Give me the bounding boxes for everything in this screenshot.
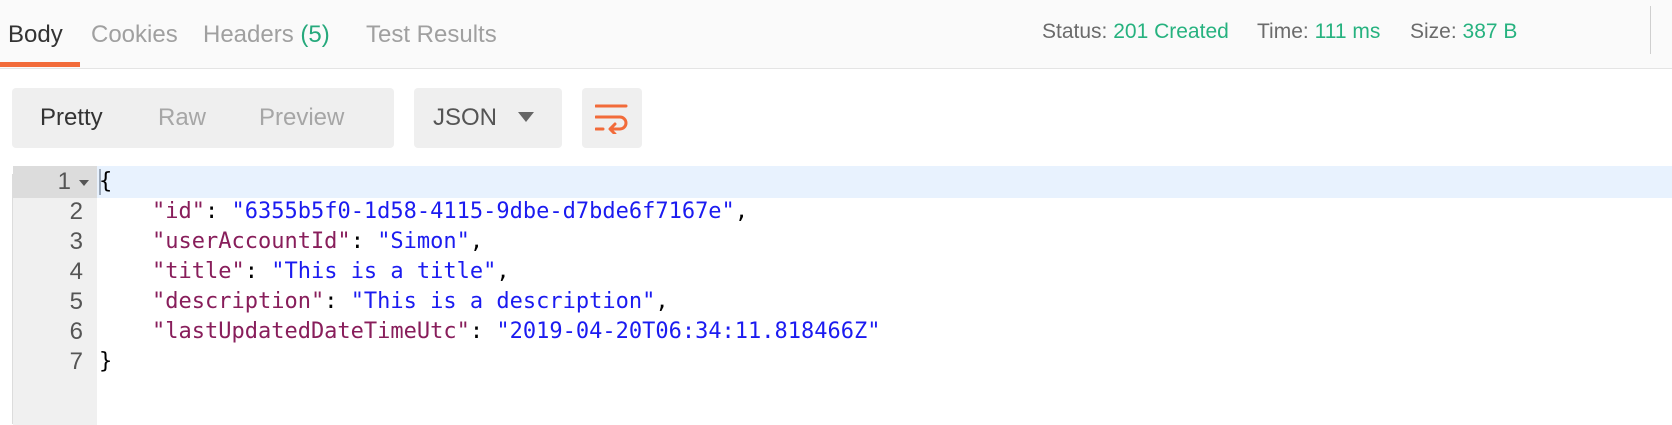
json-separator: : <box>350 229 378 254</box>
line-number: 2 <box>69 198 83 225</box>
json-separator: : <box>324 289 351 314</box>
divider <box>1650 6 1651 54</box>
pretty-button[interactable]: Pretty <box>40 88 103 148</box>
tab-headers-count: (5) <box>300 21 330 48</box>
json-separator: : <box>469 319 497 344</box>
line-number: 4 <box>69 258 83 285</box>
size-value[interactable]: 387 B <box>1463 20 1518 43</box>
code-line: 6 "lastUpdatedDateTimeUtc": "2019-04-20T… <box>13 316 1672 348</box>
wrap-lines-button[interactable] <box>582 88 642 148</box>
status-label: Status: <box>1042 20 1108 43</box>
time-indicator: Time: 111 ms <box>1257 0 1380 64</box>
fold-caret-icon[interactable] <box>79 180 89 186</box>
tab-body-label: Body <box>8 21 63 48</box>
response-tabs-bar: Body Cookies Headers (5) Test Results St… <box>0 0 1672 69</box>
json-comma: , <box>655 289 669 314</box>
time-value[interactable]: 111 ms <box>1315 20 1381 43</box>
size-indicator: Size: 387 B <box>1410 0 1517 64</box>
tab-body[interactable]: Body <box>8 0 63 68</box>
tab-test-results-label: Test Results <box>366 21 497 48</box>
code-line: 2 "id": "6355b5f0-1d58-4115-9dbe-d7bde6f… <box>13 196 1672 228</box>
format-select[interactable]: JSON <box>414 88 562 148</box>
status-indicator: Status: 201 Created <box>1042 0 1229 64</box>
json-key: "id" <box>152 199 205 224</box>
format-select-value: JSON <box>433 104 498 131</box>
json-comma: , <box>496 259 510 284</box>
json-field: "id": "6355b5f0-1d58-4115-9dbe-d7bde6f71… <box>152 196 748 228</box>
status-value[interactable]: 201 Created <box>1113 20 1229 43</box>
preview-button[interactable]: Preview <box>259 88 344 148</box>
json-value: "2019-04-20T06:34:11.818466Z" <box>496 319 881 344</box>
raw-button[interactable]: Raw <box>158 88 206 148</box>
tab-cookies[interactable]: Cookies <box>91 0 178 68</box>
json-value: "6355b5f0-1d58-4115-9dbe-d7bde6f7167e" <box>231 199 735 224</box>
tab-headers[interactable]: Headers (5) <box>203 0 330 68</box>
chevron-down-icon <box>518 112 534 122</box>
json-separator: : <box>244 259 272 284</box>
json-separator: : <box>204 199 232 224</box>
json-value: "This is a description" <box>350 289 656 314</box>
json-field: "lastUpdatedDateTimeUtc": "2019-04-20T06… <box>152 316 881 348</box>
line-number: 3 <box>69 228 83 255</box>
json-key: "description" <box>152 289 325 314</box>
code-line: 7 } <box>13 346 1672 378</box>
line-number: 7 <box>69 348 83 375</box>
size-label: Size: <box>1410 20 1457 43</box>
json-key: "lastUpdatedDateTimeUtc" <box>152 319 470 344</box>
view-mode-group: Pretty Raw Preview <box>12 88 394 148</box>
json-field: "title": "This is a title", <box>152 256 510 288</box>
json-comma: , <box>469 229 484 254</box>
json-field: "description": "This is a description", <box>152 286 669 318</box>
line-number: 1 <box>57 168 71 195</box>
code-line: 5 "description": "This is a description"… <box>13 286 1672 318</box>
response-body-editor[interactable]: 1 { 2 "id": "6355b5f0-1d58-4115-9dbe-d7b… <box>12 166 1672 425</box>
line-number: 5 <box>69 288 83 315</box>
time-label: Time: <box>1257 20 1309 43</box>
tab-cookies-label: Cookies <box>91 21 178 48</box>
json-comma: , <box>734 199 749 224</box>
code-line: 1 { <box>13 166 1672 198</box>
tab-test-results[interactable]: Test Results <box>366 0 497 68</box>
json-key: "title" <box>152 259 245 284</box>
json-close-brace: } <box>99 349 113 374</box>
code-line: 4 "title": "This is a title", <box>13 256 1672 288</box>
tab-headers-label: Headers <box>203 21 294 48</box>
json-key: "userAccountId" <box>152 229 351 254</box>
wrap-lines-icon <box>595 104 628 134</box>
text-cursor <box>99 169 101 195</box>
json-value: "This is a title" <box>271 259 497 284</box>
line-number: 6 <box>69 318 83 345</box>
code-line: 3 "userAccountId": "Simon", <box>13 226 1672 258</box>
active-tab-indicator <box>0 62 80 67</box>
json-value: "Simon" <box>377 229 470 254</box>
json-field: "userAccountId": "Simon", <box>152 226 483 258</box>
